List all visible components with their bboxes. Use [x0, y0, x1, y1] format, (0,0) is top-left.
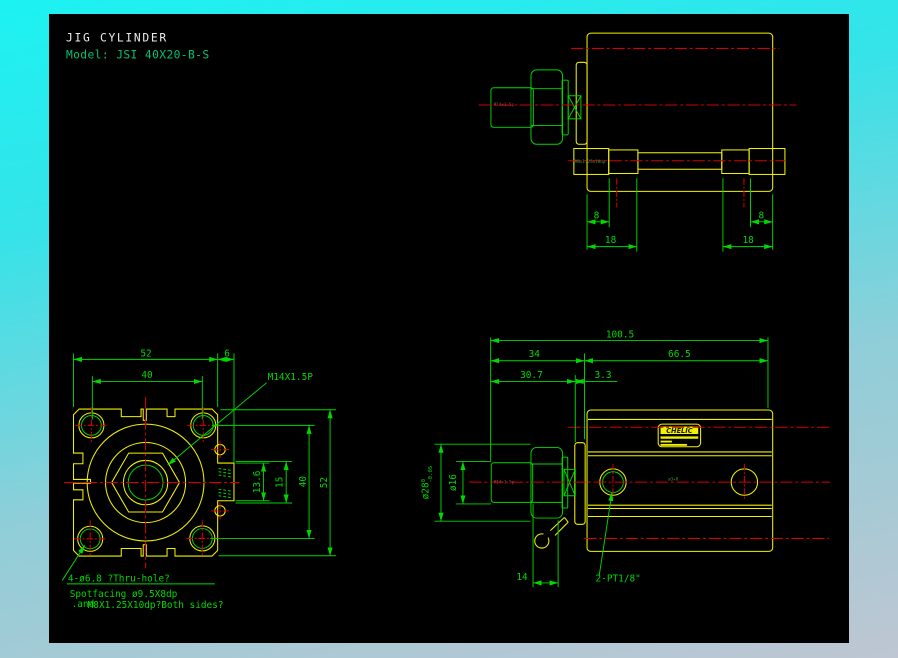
wrench-icon	[534, 517, 569, 549]
tie-rod-thread-label: M8x1.25x10dp	[575, 159, 606, 164]
cad-drawing-canvas[interactable]: JIG CYLINDER Model: JSI 40X20-B-S 8 18 8…	[49, 14, 849, 643]
piston-rod	[490, 87, 534, 128]
side-view: CHELIC 100.5 34 66.5 30.7 3.3 ø280-0.05 …	[421, 329, 831, 588]
dim-8-left: 8	[594, 211, 600, 222]
front-view-dimensions: 52 6 40 13.6 15 40 52 M14X1.5P	[73, 348, 336, 557]
rod-nut	[530, 446, 564, 519]
port-callout: 2-PT1/8"	[596, 574, 641, 585]
side-view-dimensions: 100.5 34 66.5 30.7 3.3 ø280-0.05 ø16 14 …	[421, 329, 769, 588]
note-thru-hole: 4-ø6.8 ?Thru-hole?	[68, 574, 170, 585]
top-view-dimensions: 8 18 8 18	[586, 178, 774, 252]
front-plate-top	[575, 61, 588, 145]
drawing-model: Model: JSI 40X20-B-S	[66, 49, 210, 62]
rod-nut	[530, 69, 564, 145]
dim-18-left: 18	[605, 235, 617, 246]
dim-dia16: ø16	[448, 474, 459, 491]
dim-30.7: 30.7	[520, 370, 543, 381]
rod-thread-label-top: M14x1.5p	[494, 102, 515, 107]
rod-thread-label-side: M14x1.5p	[494, 480, 515, 485]
dim-14: 14	[516, 572, 528, 583]
front-view: 52 6 40 13.6 15 40 52 M14X1.5P 4-ø6.8 ?T…	[61, 348, 336, 611]
dim-52-top: 52	[140, 348, 151, 359]
dim-52-side: 52	[319, 477, 330, 488]
dim-dia28: ø280-0.05	[421, 466, 434, 500]
tie-rod	[573, 148, 786, 175]
dim-100.5: 100.5	[606, 329, 634, 340]
desktop-background: { "header": { "title": "JIG CYLINDER", "…	[0, 0, 898, 658]
sensor-hole-label: ø3+0	[668, 477, 679, 482]
brand-text: CHELIC	[666, 427, 692, 435]
drawing-title: JIG CYLINDER	[66, 32, 168, 45]
dim-40-top: 40	[141, 370, 153, 381]
dim-40-side: 40	[298, 476, 309, 488]
dim-6: 6	[224, 348, 230, 359]
cad-drawing: JIG CYLINDER Model: JSI 40X20-B-S 8 18 8…	[61, 32, 831, 611]
dim-13.6: 13.6	[252, 470, 263, 493]
top-view: 8 18 8 18 M14x1.5p M8x1.25x10dp	[478, 32, 797, 252]
dim-34: 34	[529, 349, 541, 360]
note-both-sides: M8X1.25X10dp?Both sides?	[88, 600, 224, 611]
dim-15: 15	[275, 477, 286, 488]
dim-8-right: 8	[759, 211, 765, 222]
dim-18-right: 18	[743, 235, 755, 246]
front-plate-side	[574, 442, 586, 525]
dim-3.3: 3.3	[595, 370, 612, 381]
thread-callout: M14X1.5P	[268, 372, 314, 383]
cylinder-body-top	[586, 32, 774, 192]
dim-66.5: 66.5	[668, 349, 691, 360]
